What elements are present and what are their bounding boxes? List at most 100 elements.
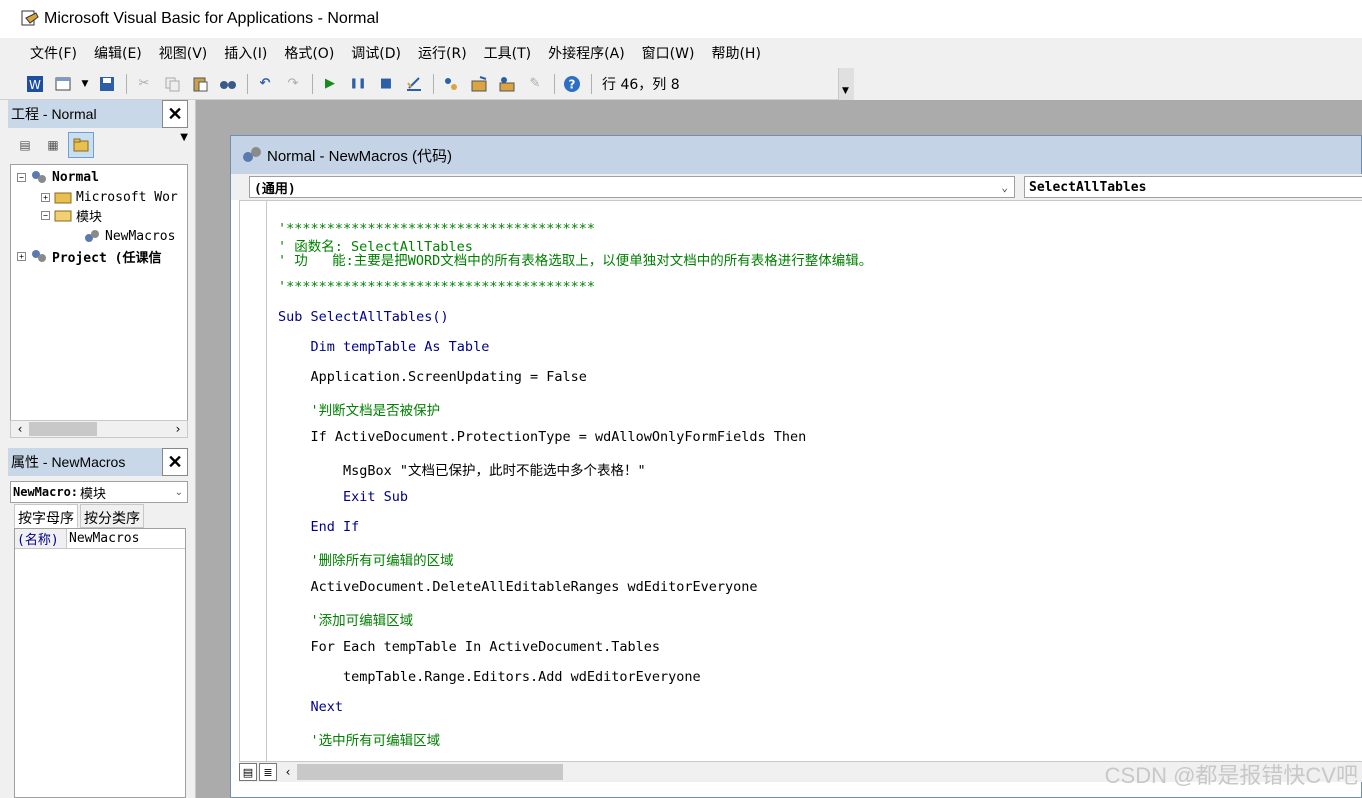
scroll-thumb[interactable] (297, 764, 563, 780)
chevron-right-icon[interactable]: › (169, 422, 187, 436)
toolbar-separator (247, 73, 248, 94)
code-line[interactable]: ActiveDocument.DeleteAllEditableRanges w… (278, 579, 758, 595)
tree-node-modules[interactable]: − 模块 (41, 205, 102, 225)
cut-icon[interactable]: ✂ (133, 73, 155, 95)
chevron-down-icon[interactable]: ⌄ (1001, 181, 1008, 194)
toolbar-options-button[interactable]: ▼ (838, 68, 854, 100)
tree-node-newmacros[interactable]: NewMacros (83, 226, 175, 246)
full-module-view-button[interactable]: ≣ (259, 763, 277, 781)
tree-node-word-objects[interactable]: + Microsoft Wor (41, 187, 178, 207)
title-bar: Microsoft Visual Basic for Applications … (0, 0, 1362, 38)
procedure-view-button[interactable]: ▤ (239, 763, 257, 781)
code-line[interactable]: '************************************** (278, 279, 595, 295)
undo-icon[interactable]: ↶ (254, 73, 276, 95)
code-line[interactable]: MsgBox "文档已保护，此时不能选中多个表格！" (278, 459, 646, 479)
code-line[interactable]: '判断文档是否被保护 (278, 399, 441, 419)
paste-icon[interactable] (189, 73, 211, 95)
code-line[interactable]: '添加可编辑区域 (278, 609, 414, 629)
watermark: CSDN @都是报错快CV吧 (1104, 763, 1358, 788)
vba-project-icon (30, 248, 48, 264)
code-line[interactable]: End If (278, 519, 360, 535)
code-line[interactable]: Dim tempTable As Table (278, 339, 490, 355)
expand-icon[interactable]: + (17, 251, 26, 261)
close-icon[interactable]: ✕ (162, 100, 188, 128)
collapse-icon[interactable]: − (41, 210, 50, 220)
code-editor[interactable]: '************************************** '… (239, 200, 1362, 762)
run-icon[interactable]: ▶ (319, 73, 341, 95)
menu-tools[interactable]: 工具(T) (484, 43, 531, 63)
toggle-folders-icon[interactable] (68, 132, 94, 158)
chevron-left-icon[interactable]: ‹ (11, 422, 29, 436)
project-pane-title: 工程 - Normal (11, 106, 97, 122)
expand-icon[interactable]: + (41, 192, 50, 202)
window-title: Microsoft Visual Basic for Applications … (44, 10, 379, 27)
insert-module-icon[interactable] (52, 73, 74, 95)
tab-alphabetic[interactable]: 按字母序 (14, 504, 78, 528)
tree-label: Normal (52, 169, 99, 185)
code-line[interactable]: tempTable.Range.Editors.Add wdEditorEver… (278, 669, 701, 685)
close-icon[interactable]: ✕ (162, 448, 188, 476)
menu-run[interactable]: 运行(R) (418, 43, 467, 63)
pause-icon[interactable]: ❚❚ (347, 73, 369, 95)
properties-object-select[interactable]: NewMacro: 模块 ⌄ (10, 481, 188, 503)
toolbox-icon[interactable]: ✎ (524, 73, 546, 95)
word-icon[interactable]: W (24, 73, 46, 95)
menu-addins[interactable]: 外接程序(A) (548, 43, 625, 63)
tree-label: NewMacros (105, 228, 176, 244)
save-icon[interactable] (96, 73, 118, 95)
code-line[interactable]: For Each tempTable In ActiveDocument.Tab… (278, 639, 661, 655)
menu-insert[interactable]: 插入(I) (224, 43, 267, 63)
chevron-left-icon[interactable]: ‹ (279, 765, 297, 779)
design-mode-icon[interactable] (403, 73, 425, 95)
property-value[interactable]: NewMacros (67, 531, 139, 546)
menu-view[interactable]: 视图(V) (159, 43, 208, 63)
tab-categorized[interactable]: 按分类序 (80, 504, 144, 528)
menu-debug[interactable]: 调试(D) (351, 43, 401, 63)
copy-icon[interactable] (161, 73, 183, 95)
project-hscrollbar[interactable]: ‹ › (10, 420, 188, 438)
properties-window-icon[interactable] (468, 73, 490, 95)
object-browser-icon[interactable] (496, 73, 518, 95)
scroll-thumb[interactable] (29, 422, 97, 436)
stop-icon[interactable]: ■ (375, 73, 397, 95)
code-line[interactable]: If ActiveDocument.ProtectionType = wdAll… (278, 429, 807, 445)
open-folder-icon (54, 207, 72, 223)
cursor-position: 行 46，列 8 (602, 76, 680, 93)
margin-indicator-bar[interactable] (240, 201, 267, 761)
code-line[interactable]: Next (278, 699, 344, 715)
property-row[interactable]: (名称) NewMacros (15, 529, 185, 549)
chevron-down-icon[interactable]: ▼ (180, 132, 188, 143)
code-line[interactable]: Exit Sub (278, 489, 408, 505)
tree-node-project[interactable]: + Project (任课信 (17, 246, 161, 266)
redo-icon[interactable]: ↷ (282, 73, 304, 95)
tree-node-normal[interactable]: − Normal (17, 167, 99, 187)
menu-edit[interactable]: 编辑(E) (94, 43, 142, 63)
module-icon (83, 228, 101, 244)
menu-format[interactable]: 格式(O) (284, 43, 334, 63)
menu-help[interactable]: 帮助(H) (711, 43, 760, 63)
collapse-icon[interactable]: − (17, 172, 26, 182)
code-line[interactable]: '删除所有可编辑的区域 (278, 549, 454, 569)
code-line[interactable]: Sub SelectAllTables() (278, 309, 449, 325)
view-code-icon[interactable]: ▤ (12, 132, 38, 158)
project-explorer-icon[interactable] (440, 73, 462, 95)
property-key: (名称) (15, 529, 67, 548)
code-line[interactable]: '选中所有可编辑区域 (278, 729, 441, 749)
object-combo[interactable]: (通用) ⌄ (249, 176, 1015, 198)
chevron-down-icon[interactable]: ▼ (80, 73, 90, 95)
svg-text:?: ? (569, 77, 576, 91)
svg-text:W: W (29, 78, 41, 92)
help-icon[interactable]: ? (561, 73, 583, 95)
standard-toolbar: W ▼ ✂ ↶ ↷ ▶ ❚❚ ■ ✎ ? 行 46，列 8 (0, 68, 854, 100)
procedure-combo[interactable]: SelectAllTables (1024, 176, 1362, 198)
chevron-down-icon[interactable]: ⌄ (175, 487, 183, 498)
module-icon (241, 145, 263, 165)
project-pane-header: 工程 - Normal ✕ (8, 100, 188, 128)
menu-file[interactable]: 文件(F) (30, 43, 77, 63)
view-object-icon[interactable]: ▦ (40, 132, 66, 158)
code-line[interactable]: ' 功 能:主要是把WORD文档中的所有表格选取上，以便单独对文档中的所有表格进… (278, 249, 872, 269)
procedure-combo-value: SelectAllTables (1029, 179, 1147, 195)
find-icon[interactable] (217, 73, 239, 95)
menu-window[interactable]: 窗口(W) (642, 43, 695, 63)
code-line[interactable]: Application.ScreenUpdating = False (278, 369, 587, 385)
